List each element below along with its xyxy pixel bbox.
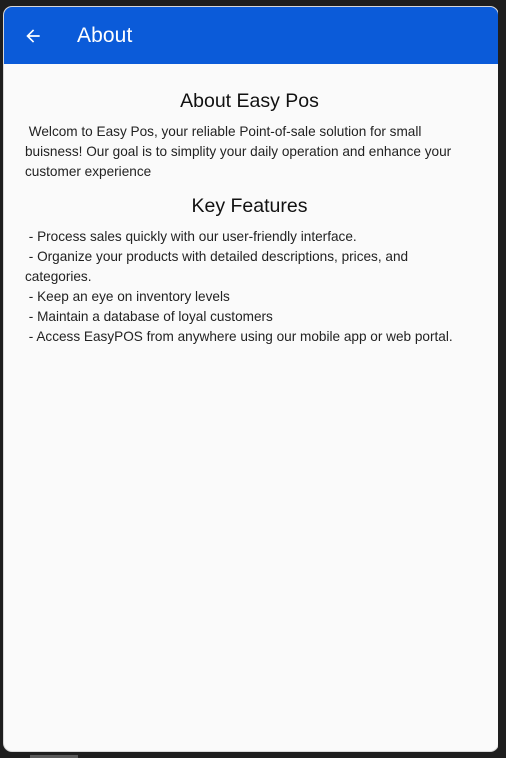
feature-item: - Process sales quickly with our user-fr… [25,229,357,244]
feature-item: - Access EasyPOS from anywhere using our… [25,329,453,344]
about-heading: About Easy Pos [180,90,319,112]
page-title: About [77,23,133,47]
feature-item: - Organize your products with detailed d… [25,249,412,284]
back-button[interactable] [5,8,61,64]
features-heading: Key Features [191,195,308,217]
feature-item: - Maintain a database of loyal customers [25,309,273,324]
feature-item: - Keep an eye on inventory levels [25,289,230,304]
about-content: About Easy Pos Welcom to Easy Pos, your … [4,64,498,347]
about-description: Welcom to Easy Pos, your reliable Point-… [25,124,455,179]
arrow-left-icon [26,28,40,43]
features-list: - Process sales quickly with our user-fr… [25,227,474,347]
window-edge [498,0,506,758]
about-screen: About About Easy Pos Welcom to Easy Pos,… [4,7,498,751]
app-bar: About [4,7,498,64]
